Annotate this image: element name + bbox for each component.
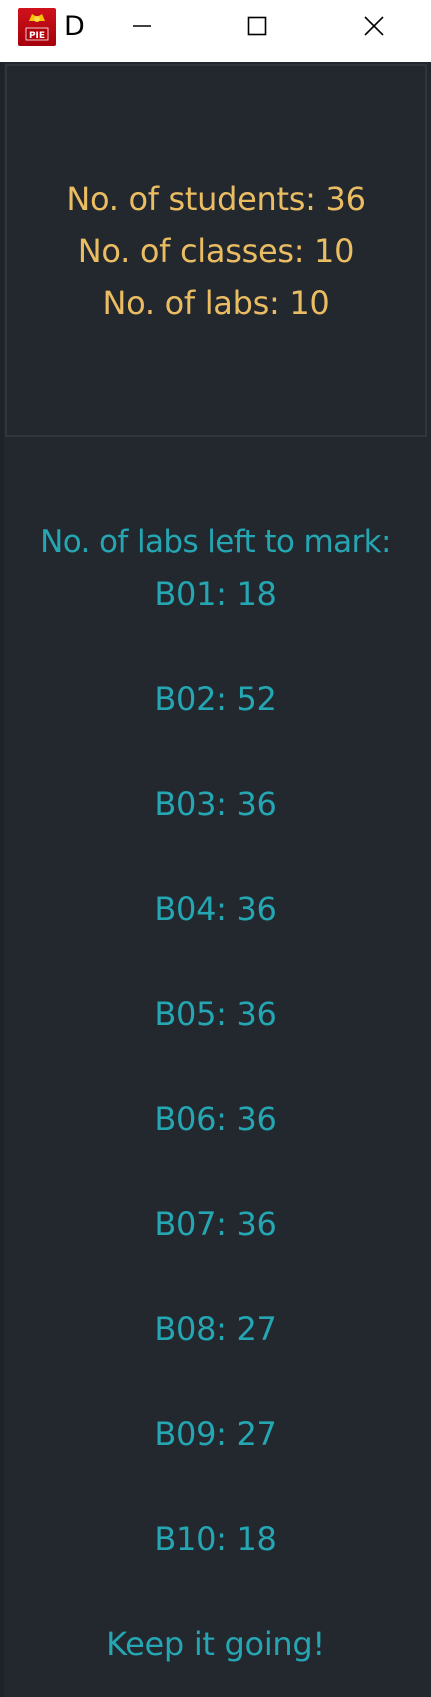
classes-count: No. of classes: 10 [77,231,355,270]
minimize-button[interactable] [104,0,180,52]
lab-item-b07: B07: 36 [154,1205,277,1243]
lab-list: B01: 18 B02: 52 B03: 36 B04: 36 B05: 36 … [0,568,431,1618]
maximize-button[interactable] [219,0,295,52]
app-window: PIE D No. of students: 36 No. of classes… [0,0,431,1697]
students-count: No. of students: 36 [66,179,366,218]
lab-item-b09: B09: 27 [154,1415,277,1453]
encouragement-message: Keep it going! [106,1625,325,1663]
lab-item-b10: B10: 18 [154,1520,277,1558]
client-area: No. of students: 36 No. of classes: 10 N… [0,62,431,1697]
lab-item-b05: B05: 36 [154,995,277,1033]
labs-count: No. of labs: 10 [102,283,330,322]
lab-item-b03: B03: 36 [154,785,277,823]
close-icon [364,16,384,36]
pie-logo-graphic: PIE [25,14,49,41]
lab-item-b01: B01: 18 [154,575,277,613]
pie-logo-text: PIE [29,31,45,41]
close-button[interactable] [336,0,412,52]
minimize-icon [133,25,151,27]
maximize-icon [247,16,267,36]
pie-app-icon: PIE [18,8,56,46]
lab-item-b04: B04: 36 [154,890,277,928]
labs-left-heading: No. of labs left to mark: [40,524,391,560]
lab-item-b06: B06: 36 [154,1100,277,1138]
window-title: D [64,11,85,42]
stats-panel: No. of students: 36 No. of classes: 10 N… [5,64,427,437]
labs-left-section: No. of labs left to mark: B01: 18 B02: 5… [0,516,431,1670]
title-bar[interactable]: PIE D [0,0,431,62]
lab-item-b02: B02: 52 [154,680,277,718]
lab-item-b08: B08: 27 [154,1310,277,1348]
